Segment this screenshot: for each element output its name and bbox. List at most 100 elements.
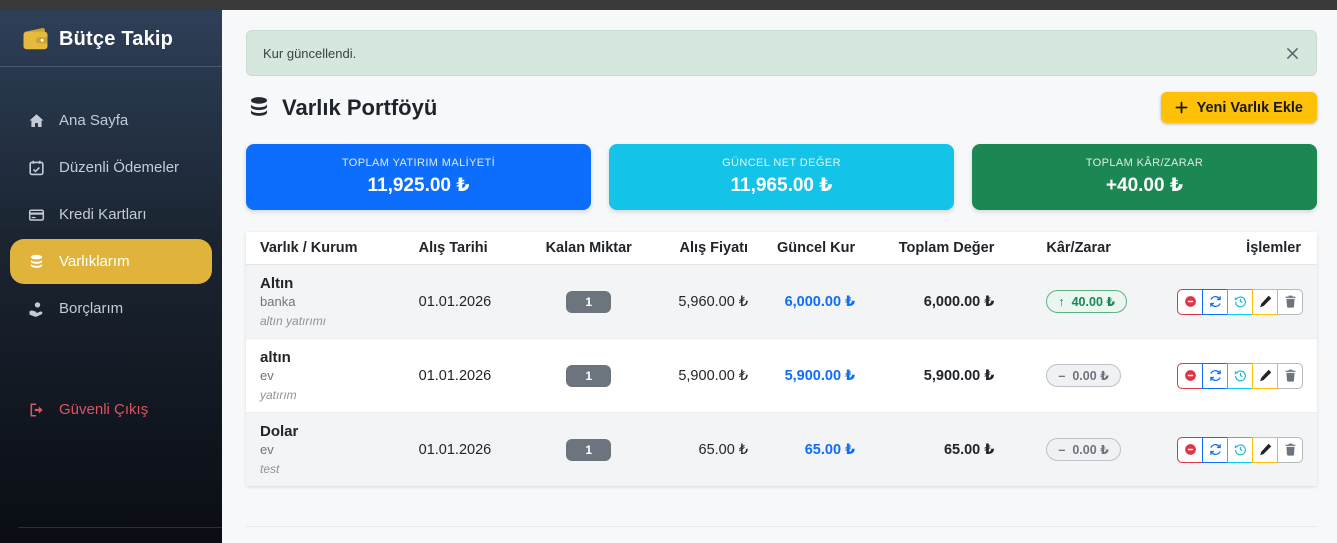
add-asset-button-label: Yeni Varlık Ekle: [1196, 99, 1303, 116]
purchase-date: 01.01.2026: [418, 367, 492, 384]
history-icon: [1234, 369, 1247, 382]
delete-button[interactable]: [1277, 362, 1303, 389]
delete-button[interactable]: [1277, 436, 1303, 463]
current-rate: 65.00 ₺: [804, 441, 856, 458]
row-actions: [1177, 362, 1303, 389]
history-button[interactable]: [1227, 288, 1253, 315]
card-label: TOPLAM KÂR/ZARAR: [1085, 157, 1204, 169]
purchase-date: 01.01.2026: [418, 441, 492, 458]
col-header-purchase-date: Alış Tarihi: [406, 232, 525, 265]
profit-loss-value: 0.00 ₺: [1072, 443, 1109, 457]
sidebar-item-borclarim[interactable]: Borçlarım: [0, 285, 222, 332]
main-content: Kur güncellendi. Varlık Portföyü Yeni Va…: [222, 10, 1337, 543]
calendar-check-icon: [28, 160, 45, 176]
delete-trash-icon: [1284, 443, 1297, 456]
sidebar-item-label: Düzenli Ödemeler: [59, 159, 180, 176]
logout-label: Güvenli Çıkış: [59, 401, 149, 418]
sell-button[interactable]: [1177, 436, 1203, 463]
page-title: Varlık Portföyü: [246, 95, 437, 121]
table-row: Dolar ev test 01.01.2026 1 65.00 ₺ 65.00…: [246, 412, 1317, 486]
asset-note: yatırım: [260, 388, 297, 402]
close-icon[interactable]: [1282, 43, 1302, 63]
alert-success: Kur güncellendi.: [246, 30, 1317, 76]
purchase-price: 5,900.00 ₺: [678, 367, 749, 384]
sidebar-item-ana-sayfa[interactable]: Ana Sayfa: [0, 97, 222, 144]
profit-loss-badge: – 0.00 ₺: [1046, 364, 1121, 387]
sidebar-item-label: Ana Sayfa: [59, 112, 129, 129]
card-label: TOPLAM YATIRIM MALİYETİ: [341, 157, 496, 169]
card-current-net-value: GÜNCEL NET DEĞER 11,965.00 ₺: [609, 144, 954, 210]
card-value: 11,965.00 ₺: [730, 175, 833, 196]
sell-circle-icon: [1184, 369, 1197, 382]
col-header-purchase-price: Alış Fiyatı: [652, 232, 761, 265]
table-row: altın ev yatırım 01.01.2026 1 5,900.00 ₺…: [246, 338, 1317, 413]
asset-institution: ev: [260, 368, 274, 383]
sidebar-item-kredi-kartlari[interactable]: Kredi Kartları: [0, 191, 222, 238]
sidebar-item-varliklarim[interactable]: Varlıklarım: [10, 239, 212, 284]
table-row: Altın banka altın yatırımı 01.01.2026 1 …: [246, 264, 1317, 339]
quantity-badge: 1: [566, 438, 612, 461]
col-header-profit-loss: Kâr/Zarar: [1006, 232, 1140, 265]
delete-trash-icon: [1284, 295, 1297, 308]
home-icon: [28, 113, 45, 129]
assets-table-card: Varlık / Kurum Alış Tarihi Kalan Miktar …: [246, 232, 1317, 486]
edit-button[interactable]: [1252, 288, 1278, 315]
sidebar-item-logout[interactable]: Güvenli Çıkış: [0, 386, 222, 433]
col-header-current-rate: Güncel Kur: [760, 232, 868, 265]
card-total-profit-loss: TOPLAM KÂR/ZARAR +40.00 ₺: [972, 144, 1317, 210]
row-actions: [1177, 436, 1303, 463]
refresh-button[interactable]: [1202, 288, 1228, 315]
refresh-icon: [1209, 295, 1222, 308]
delete-trash-icon: [1284, 369, 1297, 382]
assets-table: Varlık / Kurum Alış Tarihi Kalan Miktar …: [246, 232, 1317, 486]
alert-message: Kur güncellendi.: [263, 45, 357, 61]
refresh-button[interactable]: [1202, 436, 1228, 463]
edit-button[interactable]: [1252, 362, 1278, 389]
history-icon: [1234, 443, 1247, 456]
delete-button[interactable]: [1277, 288, 1303, 315]
profit-loss-badge: ↑ 40.00 ₺: [1046, 290, 1128, 313]
sell-circle-icon: [1184, 295, 1197, 308]
credit-card-icon: [28, 207, 45, 223]
asset-name: Dolar: [260, 423, 299, 440]
app-logo[interactable]: Bütçe Takip: [0, 10, 222, 66]
col-header-asset: Varlık / Kurum: [246, 232, 407, 265]
sidebar-item-label: Kredi Kartları: [59, 206, 147, 223]
refresh-icon: [1209, 369, 1222, 382]
table-header-row: Varlık / Kurum Alış Tarihi Kalan Miktar …: [246, 232, 1317, 265]
add-asset-button[interactable]: Yeni Varlık Ekle: [1160, 92, 1317, 123]
edit-pencil-icon: [1259, 369, 1272, 382]
profit-loss-value: 40.00 ₺: [1071, 295, 1116, 309]
total-value: 6,000.00 ₺: [923, 293, 995, 310]
history-button[interactable]: [1227, 362, 1253, 389]
edit-button[interactable]: [1252, 436, 1278, 463]
page-header: Varlık Portföyü Yeni Varlık Ekle: [246, 92, 1317, 123]
sidebar-item-duzenli-odemeler[interactable]: Düzenli Ödemeler: [0, 144, 222, 191]
up-arrow-icon: ↑: [1058, 294, 1065, 309]
sidebar: Bütçe Takip Ana Sayfa Düzenli Ödemeler K…: [0, 10, 222, 543]
history-button[interactable]: [1227, 436, 1253, 463]
current-rate: 5,900.00 ₺: [784, 367, 856, 384]
purchase-price: 65.00 ₺: [698, 441, 749, 458]
asset-note: test: [260, 462, 280, 476]
refresh-button[interactable]: [1202, 362, 1228, 389]
asset-name: Altın: [260, 275, 294, 292]
sidebar-nav: Ana Sayfa Düzenli Ödemeler Kredi Kartlar…: [0, 67, 222, 433]
sidebar-item-label: Varlıklarım: [59, 253, 130, 270]
total-value: 5,900.00 ₺: [923, 367, 995, 384]
sell-button[interactable]: [1177, 288, 1203, 315]
app-title: Bütçe Takip: [59, 27, 174, 50]
edit-pencil-icon: [1259, 443, 1272, 456]
col-header-total-value: Toplam Değer: [867, 232, 1007, 265]
plus-icon: [1175, 101, 1188, 114]
asset-institution: banka: [260, 294, 296, 309]
card-value: +40.00 ₺: [1105, 175, 1184, 196]
total-value: 65.00 ₺: [943, 441, 995, 458]
edit-pencil-icon: [1259, 295, 1272, 308]
refresh-icon: [1209, 443, 1222, 456]
window-top-strip: [0, 0, 1337, 10]
sell-button[interactable]: [1177, 362, 1203, 389]
logout-icon: [28, 402, 45, 418]
asset-name: altın: [260, 349, 291, 366]
summary-cards: TOPLAM YATIRIM MALİYETİ 11,925.00 ₺ GÜNC…: [246, 144, 1317, 210]
